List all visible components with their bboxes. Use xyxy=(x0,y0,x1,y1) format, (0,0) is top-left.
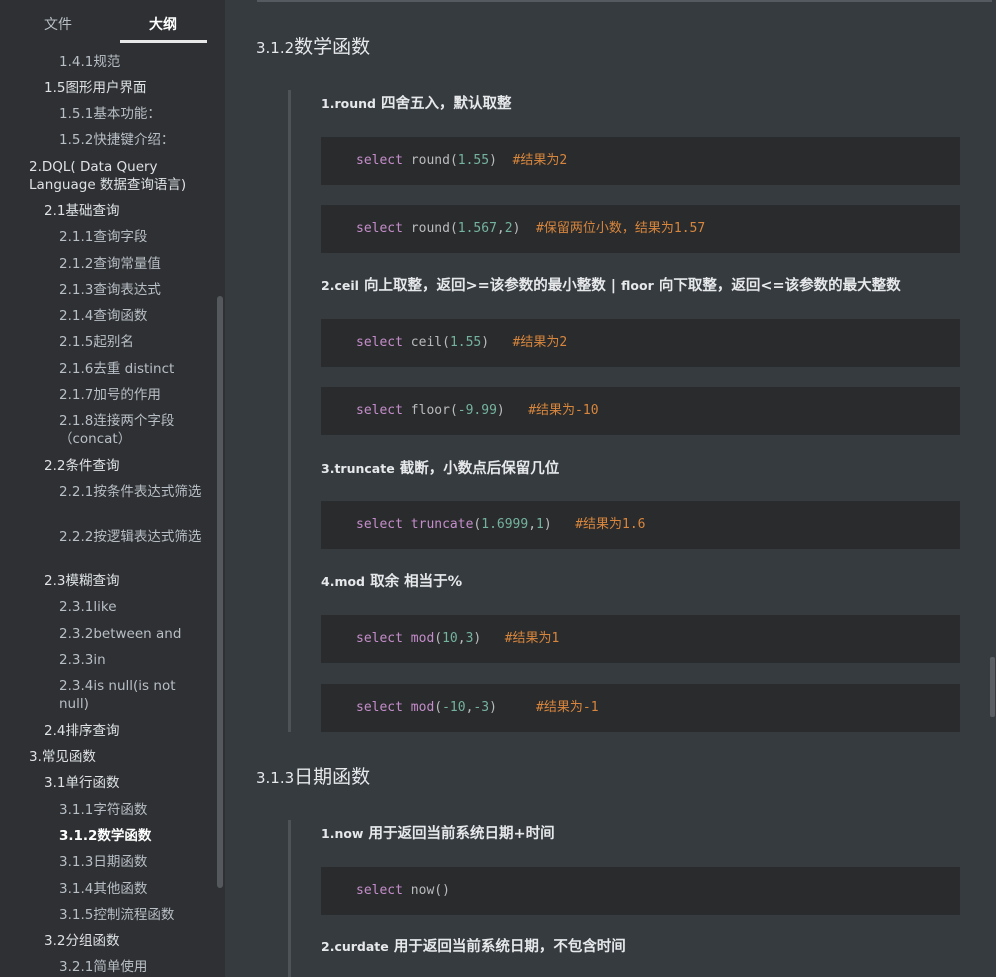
subhead-truncate: 3.truncate 截断，小数点后保留几位 xyxy=(321,461,560,477)
code-block-truncate[interactable]: select truncate(1.6999,1) #结果为1.6 xyxy=(321,501,960,549)
outline-item[interactable]: 2.4排序查询 xyxy=(44,722,204,740)
outline-item[interactable]: 3.2分组函数 xyxy=(44,932,204,950)
code-block-round1[interactable]: select round(1.55) #结果为2 xyxy=(321,137,960,185)
blockquote-bar xyxy=(288,90,291,732)
code-block-mod2[interactable]: select mod(-10,-3) #结果为-1 xyxy=(321,684,960,732)
outline-item[interactable]: 3.1.5控制流程函数 xyxy=(59,906,204,924)
outline-item[interactable]: 3.常见函数 xyxy=(29,748,199,766)
code-block-floor[interactable]: select floor(-9.99) #结果为-10 xyxy=(321,387,960,435)
outline-item[interactable]: 2.1.6去重 distinct xyxy=(59,360,204,378)
outline-item[interactable]: 2.2.2按逻辑表达式筛选 xyxy=(59,528,204,546)
outline-item[interactable]: 2.3.2between and xyxy=(59,625,204,643)
outline-item[interactable]: 1.5图形用户界面 xyxy=(44,79,204,97)
outline-item[interactable]: 2.3.4is null(is not null) xyxy=(59,677,204,713)
outline-item[interactable]: 3.2.1简单使用 xyxy=(59,958,204,976)
sidebar-scrollbar[interactable] xyxy=(217,296,223,888)
outline-item[interactable]: 2.2.1按条件表达式筛选 xyxy=(59,483,204,501)
code-block-now[interactable]: select now() xyxy=(321,867,960,915)
tab-outline[interactable]: 大纲 xyxy=(149,14,177,34)
code-block-ceil[interactable]: select ceil(1.55) #结果为2 xyxy=(321,319,960,367)
outline-item[interactable]: 2.3模糊查询 xyxy=(44,572,204,590)
active-tab-indicator xyxy=(120,40,207,43)
blockquote-bar xyxy=(288,820,291,977)
outline-item[interactable]: 2.1.8连接两个字段（concat） xyxy=(59,412,204,448)
editor-content: 3.1.2数学函数 1.round 四舍五入，默认取整 select round… xyxy=(225,0,996,977)
content-scrollbar[interactable] xyxy=(990,657,995,717)
subhead-round: 1.round 四舍五入，默认取整 xyxy=(321,96,512,112)
outline-item[interactable]: 2.1.4查询函数 xyxy=(59,307,204,325)
outline-item[interactable]: 1.5.1基本功能： xyxy=(59,105,204,123)
outline-item[interactable]: 2.1.3查询表达式 xyxy=(59,281,204,299)
outline-item[interactable]: 2.3.3in xyxy=(59,651,204,669)
code-block-round2[interactable]: select round(1.567,2) #保留两位小数，结果为1.57 xyxy=(321,205,960,253)
outline-item[interactable]: 2.2条件查询 xyxy=(44,457,204,475)
outline-item[interactable]: 3.1.4其他函数 xyxy=(59,880,204,898)
outline-item[interactable]: 3.1.1字符函数 xyxy=(59,801,204,819)
code-block-mod1[interactable]: select mod(10,3) #结果为1 xyxy=(321,615,960,663)
outline-item[interactable]: 2.3.1like xyxy=(59,598,204,616)
outline-item[interactable]: 2.1基础查询 xyxy=(44,202,204,220)
heading-math-functions: 3.1.2数学函数 xyxy=(256,36,371,58)
outline-item[interactable]: 1.5.2快捷键介绍： xyxy=(59,131,204,149)
outline-item[interactable]: 3.1单行函数 xyxy=(44,774,204,792)
outline-item[interactable]: 2.1.2查询常量值 xyxy=(59,255,204,273)
subhead-curdate: 2.curdate 用于返回当前系统日期，不包含时间 xyxy=(321,939,626,955)
subhead-mod: 4.mod 取余 相当于% xyxy=(321,574,463,590)
outline-item[interactable]: 2.1.1查询字段 xyxy=(59,228,204,246)
outline-item[interactable]: 3.1.2数学函数 xyxy=(59,827,204,845)
heading-date-functions: 3.1.3日期函数 xyxy=(256,766,371,788)
outline-item[interactable]: 1.4.1规范 xyxy=(59,53,204,71)
outline-item[interactable]: 2.1.7加号的作用 xyxy=(59,386,204,404)
sidebar-tabs: 文件 大纲 xyxy=(0,0,225,44)
outline-item[interactable]: 2.DQL( Data Query Language 数据查询语言) xyxy=(29,158,199,194)
outline-item[interactable]: 2.1.5起别名 xyxy=(59,333,204,351)
sidebar: 文件 大纲 1.4.1规范 1.5图形用户界面 1.5.1基本功能： 1.5.2快捷键… xyxy=(0,0,225,977)
subhead-ceil-floor: 2.ceil 向上取整，返回>=该参数的最小整数 | floor 向下取整，返回… xyxy=(321,278,901,294)
outline-item[interactable]: 3.1.3日期函数 xyxy=(59,853,204,871)
subhead-now: 1.now 用于返回当前系统日期+时间 xyxy=(321,826,555,842)
tab-files[interactable]: 文件 xyxy=(44,14,72,34)
code-block-edge xyxy=(257,0,992,2)
